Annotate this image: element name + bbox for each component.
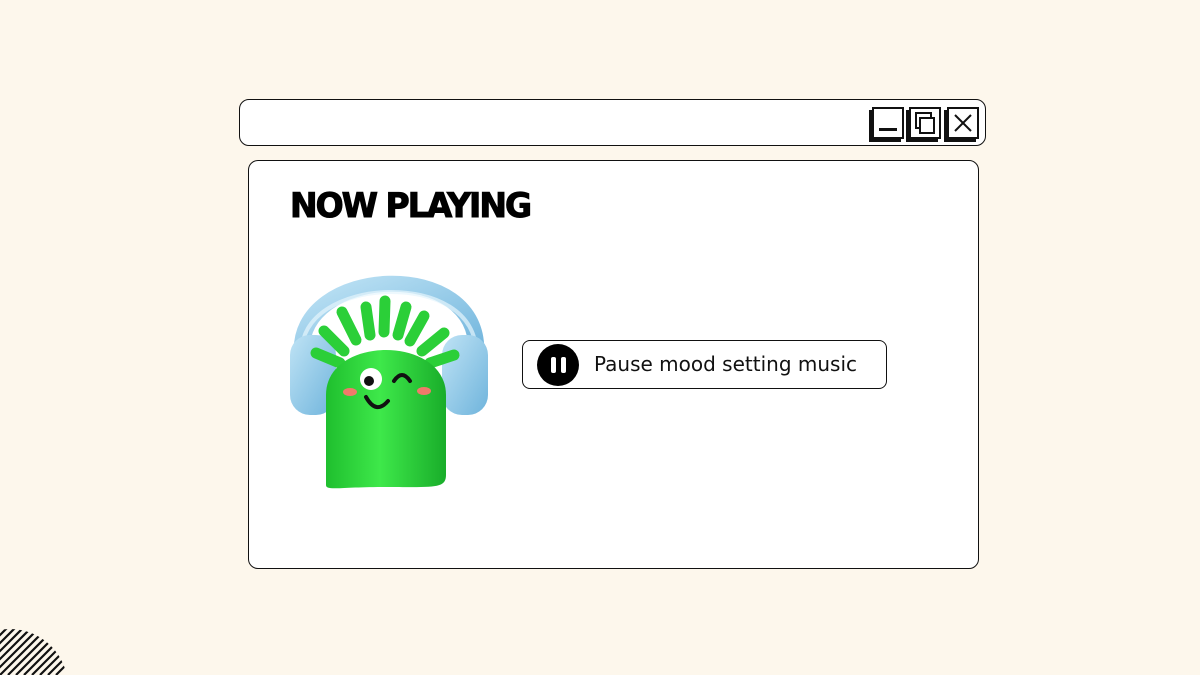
pause-icon [537,344,579,386]
close-icon [954,114,972,132]
close-button[interactable] [947,107,979,139]
pause-music-button[interactable]: Pause mood setting music [522,340,887,389]
restore-icon [915,112,935,134]
minimize-icon [879,128,897,131]
mascot-illustration [290,275,488,489]
page-title: NOW PLAYING [289,185,532,226]
restore-button[interactable] [909,107,941,139]
pause-music-label: Pause mood setting music [594,352,858,376]
decorative-stripes [0,629,68,675]
minimize-button[interactable] [872,107,904,139]
window-titlebar [239,99,986,146]
